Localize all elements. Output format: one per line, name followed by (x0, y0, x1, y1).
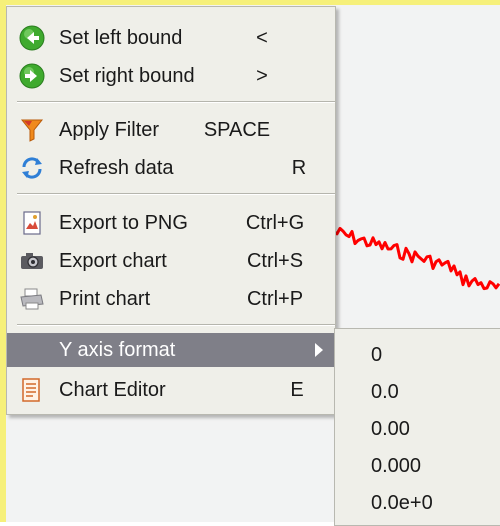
arrow-right-green-icon (19, 63, 45, 89)
menu-item-export-to-png[interactable]: Export to PNG Ctrl+G (7, 206, 335, 240)
menu-separator (17, 101, 335, 103)
submenu-item-format[interactable]: 0.00 (335, 411, 500, 447)
submenu-item-label: 0.0 (371, 381, 399, 403)
image-file-icon (23, 211, 41, 235)
menu-item-export-chart[interactable]: Export chart Ctrl+S (7, 244, 335, 278)
arrow-left-green-icon (19, 25, 45, 51)
submenu-item-format[interactable]: 0.000 (335, 448, 500, 484)
submenu-item-label: 0.000 (371, 455, 422, 477)
menu-item-chart-editor[interactable]: Chart Editor E (7, 373, 335, 407)
filter-icon (20, 119, 44, 142)
menu-item-shortcut: Ctrl+P (246, 288, 304, 310)
menu-item-shortcut: > (256, 65, 268, 87)
menu-item-label: Export chart (59, 250, 167, 272)
menu-separator (17, 193, 335, 195)
menu-item-shortcut: Ctrl+G (245, 212, 305, 234)
submenu-item-format[interactable]: 0 (335, 337, 500, 373)
submenu-item-format[interactable]: 0.0e+0 (335, 485, 500, 521)
menu-item-label: Refresh data (59, 157, 174, 179)
refresh-icon (22, 157, 42, 179)
signal-line (333, 226, 500, 291)
menu-item-shortcut: E (290, 379, 304, 401)
menu-item-y-axis-format[interactable]: Y axis format (7, 333, 335, 367)
menu-item-set-left-bound[interactable]: Set left bound < (7, 21, 335, 55)
menu-item-label: Set left bound (59, 27, 183, 49)
menu-item-label: Y axis format (59, 339, 176, 361)
menu-item-shortcut: Ctrl+S (246, 250, 304, 272)
submenu-item-label: 0.0e+0 (371, 492, 433, 514)
camera-icon (21, 253, 43, 269)
submenu-item-label: 0.00 (371, 418, 410, 440)
chart-editor-icon (22, 378, 40, 402)
submenu-arrow-icon (315, 343, 323, 357)
printer-icon (20, 288, 44, 310)
menu-item-shortcut: R (291, 157, 307, 179)
menu-item-label: Set right bound (59, 65, 195, 87)
menu-separator (17, 324, 335, 326)
menu-item-shortcut: SPACE (203, 119, 271, 141)
menu-item-shortcut: < (256, 27, 268, 49)
submenu-item-format[interactable]: 0.0 (335, 374, 500, 410)
menu-item-apply-filter[interactable]: Apply Filter SPACE (7, 113, 335, 147)
y-axis-format-submenu: 0 0.0 0.00 0.000 0.0e+0 (334, 328, 500, 526)
submenu-item-label: 0 (371, 344, 383, 366)
context-menu: Set left bound < Set right bound > Apply… (6, 6, 336, 415)
menu-item-print-chart[interactable]: Print chart Ctrl+P (7, 282, 335, 316)
menu-item-refresh-data[interactable]: Refresh data R (7, 151, 335, 185)
menu-item-label: Apply Filter (59, 119, 160, 141)
menu-item-set-right-bound[interactable]: Set right bound > (7, 59, 335, 93)
menu-item-label: Chart Editor (59, 379, 166, 401)
menu-item-label: Export to PNG (59, 212, 188, 234)
menu-item-label: Print chart (59, 288, 151, 310)
